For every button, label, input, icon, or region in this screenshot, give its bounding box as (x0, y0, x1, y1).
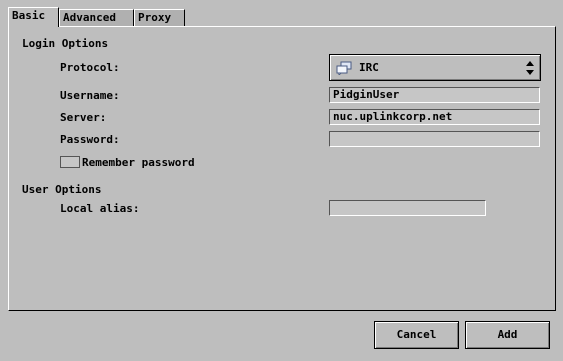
local-alias-field[interactable] (329, 200, 486, 216)
add-button-label: Add (497, 328, 518, 341)
login-options-title: Login Options (22, 37, 109, 50)
remember-password-label: Remember password (82, 156, 195, 169)
protocol-select[interactable]: IRC (329, 54, 541, 81)
server-label: Server: (60, 111, 107, 124)
protocol-label: Protocol: (60, 61, 120, 74)
username-label: Username: (60, 89, 120, 102)
tab-proxy-label: Proxy (138, 11, 172, 24)
password-field[interactable] (329, 131, 540, 147)
protocol-value: IRC (359, 61, 379, 74)
remember-password-checkbox[interactable] (60, 156, 80, 168)
cancel-button[interactable]: Cancel (374, 321, 459, 349)
chat-bubbles-icon (336, 61, 352, 77)
local-alias-label: Local alias: (60, 202, 140, 215)
password-label: Password: (60, 133, 120, 146)
server-field[interactable]: nuc.uplinkcorp.net (329, 109, 540, 125)
tab-proxy[interactable]: Proxy (134, 9, 185, 26)
user-options-title: User Options (22, 183, 102, 196)
tab-basic-label: Basic (12, 9, 46, 22)
tab-basic[interactable]: Basic (8, 7, 59, 27)
tab-advanced-label: Advanced (63, 11, 116, 24)
updown-arrows-icon (525, 60, 535, 76)
tab-advanced[interactable]: Advanced (59, 9, 134, 26)
add-button[interactable]: Add (465, 321, 550, 349)
cancel-button-label: Cancel (396, 328, 437, 341)
username-field[interactable]: PidginUser (329, 87, 540, 103)
